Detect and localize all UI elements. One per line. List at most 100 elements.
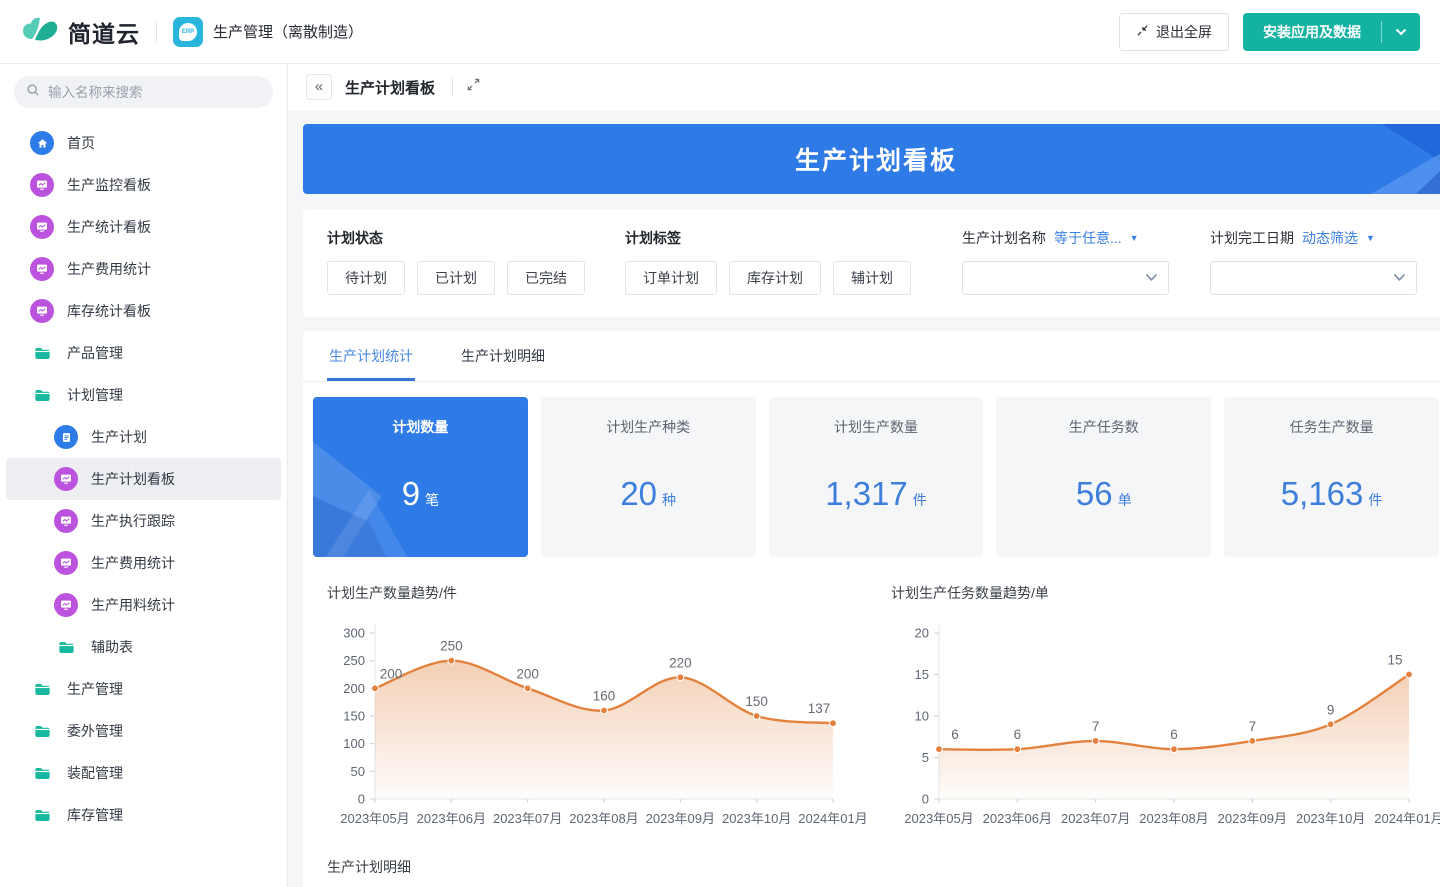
stat-card-3[interactable]: 生产任务数56单 — [996, 397, 1211, 557]
sidebar-item-0[interactable]: 首页 — [6, 122, 281, 164]
svg-text:2023年05月: 2023年05月 — [904, 811, 973, 826]
sidebar-item-3[interactable]: 生产费用统计 — [6, 248, 281, 290]
sidebar-item-12[interactable]: 辅助表 — [6, 626, 281, 668]
filter-option-button[interactable]: 待计划 — [327, 261, 405, 295]
sidebar-item-8[interactable]: 生产计划看板 — [6, 458, 281, 500]
sidebar-item-14[interactable]: 委外管理 — [6, 710, 281, 752]
sidebar-item-label: 产品管理 — [67, 343, 123, 363]
folder-icon — [30, 383, 54, 407]
stat-card-label: 生产任务数 — [996, 417, 1211, 437]
filter-label: 计划状态 — [327, 228, 383, 248]
sidebar-item-7[interactable]: 生产计划 — [6, 416, 281, 458]
stat-card-value: 9 — [402, 475, 420, 512]
chevron-down-icon[interactable] — [1382, 28, 1420, 36]
charts-row: 计划生产数量趋势/件 05010015020025030020025020016… — [303, 557, 1440, 835]
dashboard-icon — [54, 467, 78, 491]
svg-text:2023年06月: 2023年06月 — [417, 811, 486, 826]
sidebar-item-label: 库存统计看板 — [67, 301, 151, 321]
svg-text:2023年08月: 2023年08月 — [569, 811, 638, 826]
svg-text:6: 6 — [1170, 727, 1178, 742]
sidebar-item-4[interactable]: 库存统计看板 — [6, 290, 281, 332]
filter-option-button[interactable]: 辅计划 — [833, 261, 911, 295]
collapse-sidebar-button[interactable]: « — [306, 74, 332, 100]
stat-card-0[interactable]: 计划数量9笔 — [313, 397, 528, 557]
banner-title: 生产计划看板 — [795, 141, 957, 177]
sidebar-item-9[interactable]: 生产执行跟踪 — [6, 500, 281, 542]
folder-icon — [30, 719, 54, 743]
chevron-down-icon — [1145, 269, 1158, 287]
svg-text:2023年09月: 2023年09月 — [1218, 811, 1287, 826]
detail-section-title: 生产计划明细 — [303, 835, 1440, 877]
svg-text:220: 220 — [669, 655, 692, 670]
filter-select[interactable] — [1210, 261, 1417, 295]
filter-label: 计划标签 — [625, 228, 681, 248]
svg-text:150: 150 — [745, 694, 768, 709]
tab-0[interactable]: 生产计划统计 — [327, 331, 415, 381]
stat-card-value: 1,317 — [825, 475, 908, 512]
sidebar-item-16[interactable]: 库存管理 — [6, 794, 281, 836]
sidebar-item-label: 计划管理 — [67, 385, 123, 405]
header-divider — [156, 21, 157, 43]
stat-card-unit: 件 — [913, 492, 927, 508]
install-app-button[interactable]: 安装应用及数据 — [1243, 13, 1420, 51]
expand-fullscreen-icon[interactable] — [466, 77, 481, 97]
filter-group-3: 计划完工日期动态筛选▼ — [1210, 228, 1425, 295]
sidebar-item-13[interactable]: 生产管理 — [6, 668, 281, 710]
filter-option-button[interactable]: 库存计划 — [729, 261, 821, 295]
sidebar-item-label: 生产统计看板 — [67, 217, 151, 237]
filter-group-1: 计划标签订单计划库存计划辅计划 — [625, 228, 962, 295]
chart-plot: 0501001502002503002002502001602201501372… — [327, 607, 857, 835]
chevron-down-icon — [1393, 269, 1406, 287]
stat-card-1[interactable]: 计划生产种类20种 — [541, 397, 756, 557]
triangle-down-icon[interactable]: ▼ — [1130, 233, 1139, 243]
sidebar-item-5[interactable]: 产品管理 — [6, 332, 281, 374]
sidebar-nav: 首页生产监控看板生产统计看板生产费用统计库存统计看板产品管理计划管理生产计划生产… — [0, 122, 287, 836]
folder-icon — [30, 677, 54, 701]
svg-text:15: 15 — [1387, 653, 1402, 668]
sidebar-item-label: 生产执行跟踪 — [91, 511, 175, 531]
sidebar-item-11[interactable]: 生产用料统计 — [6, 584, 281, 626]
sidebar-item-label: 辅助表 — [91, 637, 133, 657]
svg-text:50: 50 — [351, 764, 365, 779]
filter-select[interactable] — [962, 261, 1169, 295]
sidebar-item-1[interactable]: 生产监控看板 — [6, 164, 281, 206]
stat-card-value: 20 — [620, 475, 657, 512]
stat-card-4[interactable]: 任务生产数量5,163件 — [1224, 397, 1439, 557]
svg-text:7: 7 — [1249, 719, 1257, 734]
svg-text:2024年01月: 2024年01月 — [1374, 811, 1440, 826]
svg-text:6: 6 — [1014, 727, 1022, 742]
sidebar-search[interactable] — [14, 76, 273, 108]
exit-fullscreen-button[interactable]: 退出全屏 — [1119, 13, 1229, 51]
sidebar-item-label: 生产监控看板 — [67, 175, 151, 195]
svg-text:250: 250 — [343, 653, 365, 668]
svg-text:200: 200 — [516, 666, 539, 681]
sidebar-item-15[interactable]: 装配管理 — [6, 752, 281, 794]
sidebar-item-6[interactable]: 计划管理 — [6, 374, 281, 416]
statistics-panel: 生产计划统计生产计划明细 计划数量9笔计划生产种类20种计划生产数量1,317件… — [303, 331, 1440, 887]
sidebar-item-label: 生产管理 — [67, 679, 123, 699]
svg-text:10: 10 — [915, 709, 929, 724]
filter-option-button[interactable]: 已完结 — [507, 261, 585, 295]
filter-condition-link[interactable]: 动态筛选 — [1302, 228, 1358, 248]
logo-text: 简道云 — [68, 15, 140, 49]
stat-cards: 计划数量9笔计划生产种类20种计划生产数量1,317件生产任务数56单任务生产数… — [303, 382, 1440, 557]
sidebar-item-label: 库存管理 — [67, 805, 123, 825]
app-badge-icon: ERP — [173, 17, 203, 47]
tab-1[interactable]: 生产计划明细 — [459, 331, 547, 381]
sidebar-item-2[interactable]: 生产统计看板 — [6, 206, 281, 248]
stat-card-2[interactable]: 计划生产数量1,317件 — [769, 397, 984, 557]
banner-decoration — [1299, 124, 1440, 194]
app-logo[interactable]: 简道云 — [22, 15, 140, 49]
sidebar-item-10[interactable]: 生产费用统计 — [6, 542, 281, 584]
stat-card-unit: 单 — [1118, 492, 1132, 508]
content-toolbar: « 生产计划看板 — [288, 64, 1440, 110]
filter-option-button[interactable]: 订单计划 — [625, 261, 717, 295]
sidebar-item-label: 生产计划 — [91, 427, 147, 447]
triangle-down-icon[interactable]: ▼ — [1366, 233, 1375, 243]
search-input[interactable] — [48, 85, 261, 100]
svg-text:100: 100 — [343, 736, 365, 751]
filter-condition-link[interactable]: 等于任意... — [1054, 228, 1122, 248]
filter-option-button[interactable]: 已计划 — [417, 261, 495, 295]
filter-group-0: 计划状态待计划已计划已完结 — [327, 228, 625, 295]
svg-text:300: 300 — [343, 626, 365, 641]
